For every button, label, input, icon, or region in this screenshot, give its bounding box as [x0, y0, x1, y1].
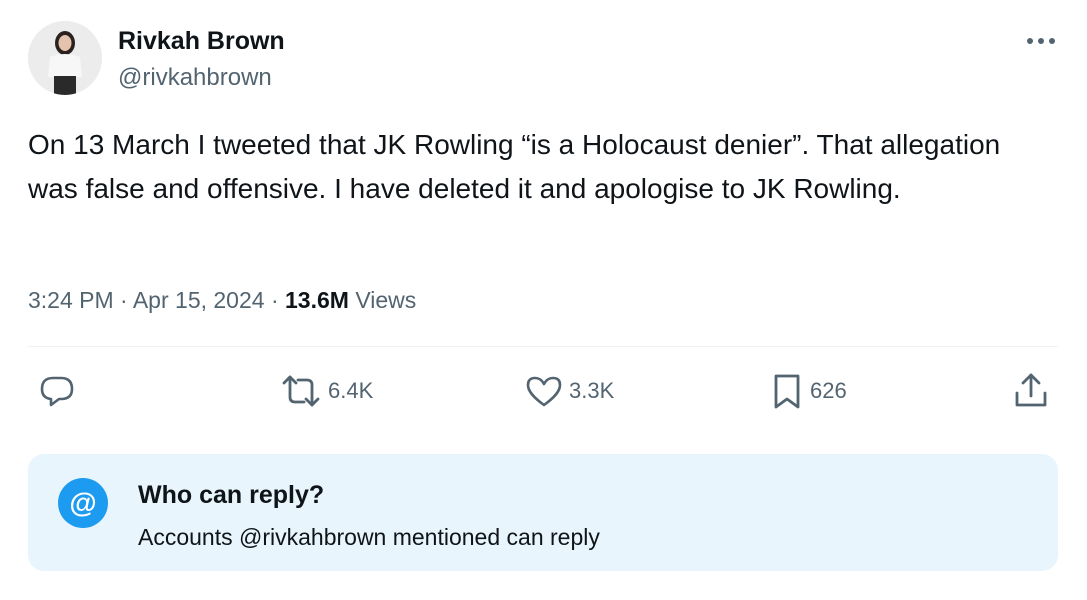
- bookmark-count: 626: [810, 378, 847, 403]
- like-button[interactable]: 3.3K: [525, 370, 614, 412]
- author-display-name[interactable]: Rivkah Brown: [118, 26, 285, 56]
- tweet-date[interactable]: Apr 15, 2024: [133, 287, 265, 313]
- reply-restriction-box: @ Who can reply? Accounts @rivkahbrown m…: [28, 454, 1058, 571]
- divider: [28, 346, 1058, 347]
- tweet-time[interactable]: 3:24 PM: [28, 287, 114, 313]
- more-options-button[interactable]: [1020, 24, 1062, 58]
- avatar[interactable]: [28, 21, 102, 95]
- more-icon: [1027, 38, 1055, 44]
- meta-separator: ·: [270, 287, 279, 313]
- reply-icon: [40, 376, 74, 407]
- bookmark-icon: [774, 374, 800, 409]
- views-label: Views: [355, 287, 417, 313]
- avatar-image: [28, 21, 102, 95]
- bookmark-button[interactable]: 626: [770, 370, 847, 412]
- views-count: 13.6M: [285, 287, 349, 313]
- reply-button[interactable]: [38, 370, 82, 412]
- tweet-text: On 13 March I tweeted that JK Rowling “i…: [28, 129, 1001, 204]
- tweet-meta: 3:24 PM · Apr 15, 2024 · 13.6M Views: [28, 284, 416, 316]
- share-icon: [1015, 373, 1047, 407]
- meta-separator: ·: [120, 287, 128, 313]
- share-button[interactable]: [1012, 370, 1050, 412]
- retweet-icon: [282, 375, 320, 407]
- retweet-button[interactable]: 6.4K: [280, 370, 373, 412]
- author-handle[interactable]: @rivkahbrown: [118, 63, 272, 93]
- reply-restriction-title: Who can reply?: [138, 481, 325, 509]
- retweet-count: 6.4K: [328, 378, 374, 403]
- at-icon: @: [58, 478, 108, 528]
- reply-restriction-description: Accounts @rivkahbrown mentioned can repl…: [138, 524, 600, 550]
- like-count: 3.3K: [569, 378, 615, 403]
- heart-icon: [526, 376, 562, 407]
- tweet-card: Rivkah Brown @rivkahbrown On 13 March I …: [0, 0, 1087, 600]
